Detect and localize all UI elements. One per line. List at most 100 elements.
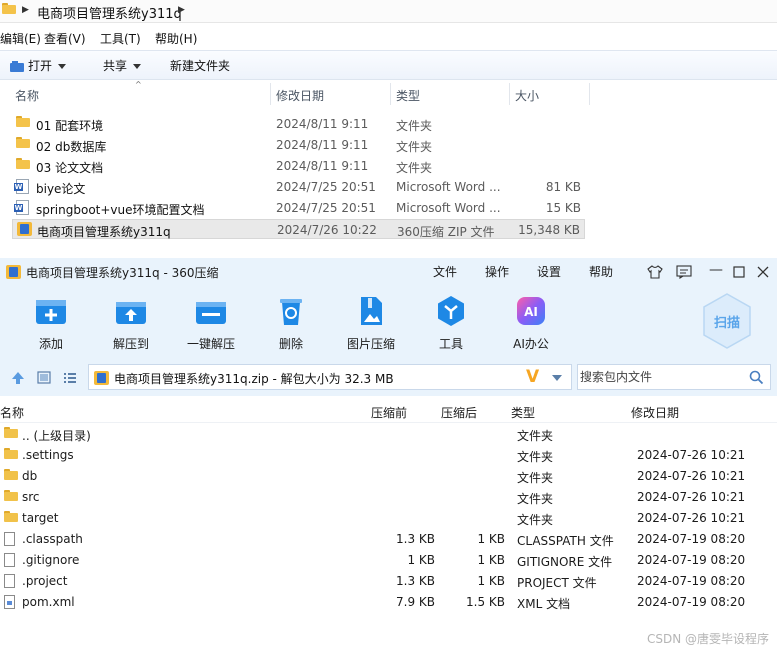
explorer-address-bar[interactable]: ▶ 电商项目管理系统y311q ▶	[0, 0, 777, 23]
file-icon	[4, 553, 15, 567]
up-arrow-icon[interactable]	[11, 371, 25, 385]
zip-column-headers: 名称 压缩前 压缩后 类型 修改日期	[0, 400, 777, 423]
column-header-date[interactable]: 修改日期	[631, 404, 679, 421]
word-doc-icon	[14, 179, 29, 194]
column-header-packed[interactable]: 压缩后	[441, 404, 477, 421]
one-click-extract-button[interactable]: 一键解压	[179, 294, 243, 352]
menu-view[interactable]: 查看(V)	[44, 30, 86, 47]
folder-icon	[4, 490, 18, 501]
recycle-bin-icon	[274, 294, 308, 328]
new-folder-button[interactable]: 新建文件夹	[170, 57, 230, 74]
file-row[interactable]: 02 db数据库 2024/8/11 9:11 文件夹	[12, 135, 585, 155]
column-header-name[interactable]: 名称	[15, 87, 39, 104]
archive-row[interactable]: .. (上级目录) 文件夹	[0, 424, 777, 445]
menu-edit[interactable]: 编辑(E)	[0, 30, 41, 47]
ai-office-button[interactable]: AI AI办公	[499, 294, 563, 352]
zip-toolbar: 添加 解压到 一键解压 删除 图片压缩 工具 AI AI办公 扫描	[0, 286, 777, 360]
archive-row[interactable]: .settings 文件夹 2024-07-26 10:21	[0, 445, 777, 466]
thumbnail-view-icon[interactable]	[37, 371, 51, 384]
image-compress-button[interactable]: 图片压缩	[339, 294, 403, 352]
list-view-icon[interactable]	[63, 371, 77, 384]
folder-icon	[4, 427, 18, 438]
watermark: CSDN @唐雯毕设程序	[646, 632, 769, 646]
file-row[interactable]: springboot+vue环境配置文档 2024/7/25 20:51 Mic…	[12, 198, 585, 218]
zip-archive-icon	[94, 371, 109, 385]
breadcrumb-chevron-icon[interactable]: ▶	[22, 5, 29, 15]
open-file-icon	[10, 60, 24, 73]
zip-menu-settings[interactable]: 设置	[537, 263, 561, 280]
column-header-date[interactable]: 修改日期	[276, 87, 324, 104]
archive-row[interactable]: src 文件夹 2024-07-26 10:21	[0, 487, 777, 508]
extract-to-button[interactable]: 解压到	[99, 294, 163, 352]
archive-row[interactable]: pom.xml 7.9 KB 1.5 KB XML 文档 2024-07-19 …	[0, 592, 777, 613]
scan-button[interactable]: 扫描	[701, 292, 753, 350]
folder-icon	[4, 469, 18, 480]
menu-tools[interactable]: 工具(T)	[100, 30, 141, 47]
chevron-down-icon[interactable]	[552, 375, 562, 381]
column-header-type[interactable]: 类型	[511, 404, 535, 421]
zip-archive-icon	[17, 222, 32, 236]
ai-office-icon: AI	[514, 294, 548, 328]
feedback-icon[interactable]	[676, 265, 692, 279]
archive-row[interactable]: db 文件夹 2024-07-26 10:21	[0, 466, 777, 487]
search-icon[interactable]	[749, 370, 764, 385]
chevron-down-icon	[133, 64, 142, 69]
close-button[interactable]	[757, 266, 769, 278]
file-row[interactable]: biye论文 2024/7/25 20:51 Microsoft Word ..…	[12, 177, 585, 197]
breadcrumb-current-folder[interactable]: 电商项目管理系统y311q	[37, 3, 182, 22]
folder-icon	[4, 448, 18, 459]
column-header-type[interactable]: 类型	[396, 87, 420, 104]
archive-row[interactable]: .gitignore 1 KB 1 KB GITIGNORE 文件 2024-0…	[0, 550, 777, 571]
one-click-extract-icon	[194, 294, 228, 328]
delete-button[interactable]: 删除	[259, 294, 323, 352]
scan-label: 扫描	[713, 316, 740, 331]
file-icon	[4, 574, 15, 588]
shirt-skin-icon[interactable]	[647, 265, 663, 279]
column-header-compressed[interactable]: 压缩前	[371, 404, 407, 421]
explorer-column-headers: 名称 ^ 修改日期 类型 大小	[0, 80, 777, 105]
tools-button[interactable]: 工具	[419, 294, 483, 352]
zip-menu-help[interactable]: 帮助	[589, 263, 613, 280]
chevron-down-icon	[58, 64, 67, 69]
file-icon	[4, 532, 15, 546]
search-input[interactable]	[578, 365, 740, 389]
file-row[interactable]: 03 论文文档 2024/8/11 9:11 文件夹	[12, 156, 585, 176]
breadcrumb-chevron-icon[interactable]: ▶	[178, 5, 185, 15]
open-button[interactable]: 打开	[10, 57, 67, 74]
folder-icon	[16, 116, 30, 127]
archive-row[interactable]: .classpath 1.3 KB 1 KB CLASSPATH 文件 2024…	[0, 529, 777, 550]
extract-to-icon	[114, 294, 148, 328]
zip-menu-operate[interactable]: 操作	[485, 263, 509, 280]
add-button[interactable]: 添加	[19, 294, 83, 352]
explorer-menu-bar: 编辑(E) 查看(V) 工具(T) 帮助(H)	[0, 28, 777, 48]
file-row-selected[interactable]: 电商项目管理系统y311q 2024/7/26 10:22 360压缩 ZIP …	[12, 219, 585, 239]
archive-row[interactable]: target 文件夹 2024-07-26 10:21	[0, 508, 777, 529]
archive-search-box[interactable]	[577, 364, 771, 390]
folder-icon	[16, 158, 30, 169]
file-row[interactable]: 01 配套环境 2024/8/11 9:11 文件夹	[12, 114, 585, 134]
tools-hexagon-icon	[434, 294, 468, 328]
ai-badge-text: AI	[524, 305, 538, 319]
column-header-size[interactable]: 大小	[515, 87, 539, 104]
minimize-button[interactable]: —	[709, 262, 723, 278]
archive-path-text: 电商项目管理系统y311q.zip - 解包大小为 32.3 MB	[114, 372, 394, 386]
v-logo-icon[interactable]: V	[526, 367, 539, 387]
menu-help[interactable]: 帮助(H)	[155, 30, 197, 47]
zip-window-title: 电商项目管理系统y311q - 360压缩	[26, 266, 219, 280]
sort-ascending-icon: ^	[135, 80, 142, 89]
folder-icon	[16, 137, 30, 148]
folder-icon	[4, 511, 18, 522]
xml-file-icon	[4, 595, 15, 609]
explorer-toolbar: 打开 共享 新建文件夹	[0, 50, 777, 80]
zip-title-bar: 电商项目管理系统y311q - 360压缩 文件 操作 设置 帮助 —	[0, 258, 777, 286]
archive-path-box[interactable]: 电商项目管理系统y311q.zip - 解包大小为 32.3 MB V	[88, 364, 572, 390]
column-header-name[interactable]: 名称	[0, 404, 24, 421]
word-doc-icon	[14, 200, 29, 215]
image-compress-icon	[354, 294, 388, 328]
folder-icon	[2, 3, 16, 14]
archive-row[interactable]: .project 1.3 KB 1 KB PROJECT 文件 2024-07-…	[0, 571, 777, 592]
zip-menu-file[interactable]: 文件	[433, 263, 457, 280]
share-button[interactable]: 共享	[103, 57, 142, 74]
app-logo-icon	[6, 265, 21, 279]
maximize-button[interactable]	[733, 266, 745, 278]
